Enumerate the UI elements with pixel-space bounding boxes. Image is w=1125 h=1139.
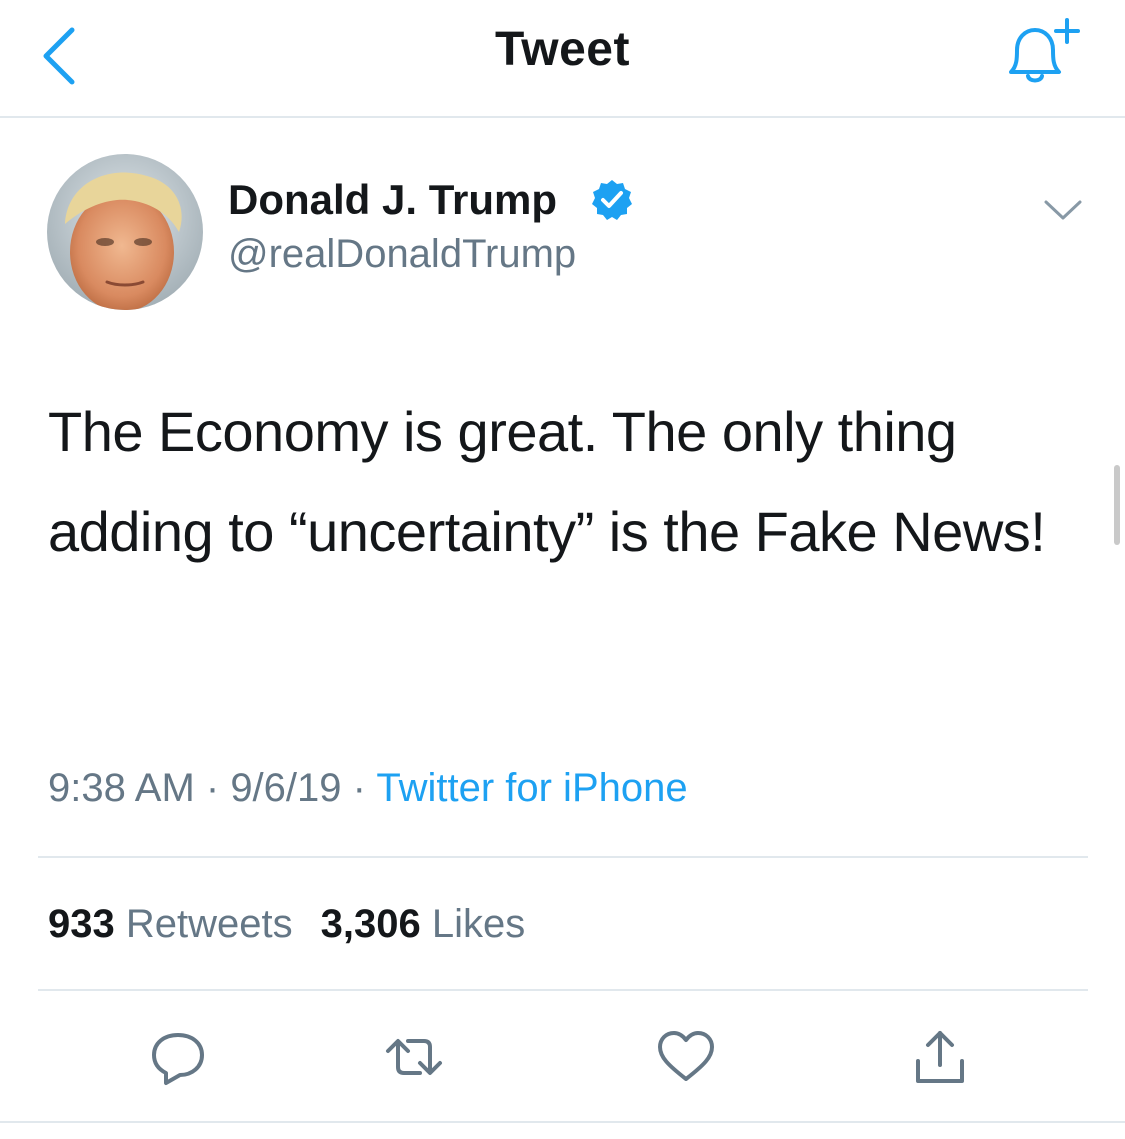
tweet-text: The Economy is great. The only thing add… [48, 400, 1046, 563]
tweet-stats: 933 Retweets 3,306 Likes [48, 902, 525, 947]
likes-count: 3,306 [320, 902, 421, 946]
author-handle[interactable]: @realDonaldTrump [228, 232, 576, 277]
navigation-header: Tweet [0, 0, 1125, 118]
author-name[interactable]: Donald J. Trump [228, 176, 557, 224]
likes-stat[interactable]: 3,306 Likes [321, 902, 526, 946]
notification-bell-button[interactable] [995, 12, 1085, 92]
verified-badge-icon [590, 178, 634, 222]
divider [38, 989, 1088, 991]
bell-plus-icon [1009, 18, 1080, 83]
tweet-source-link[interactable]: Twitter for iPhone [376, 766, 687, 810]
like-button[interactable] [654, 1025, 718, 1089]
share-button[interactable] [908, 1025, 972, 1089]
heart-icon [658, 1031, 714, 1081]
avatar[interactable] [47, 154, 203, 310]
likes-label: Likes [431, 902, 526, 946]
tweet-detail-screen: Tweet Donald J. Trump @realDonaldTrump T… [0, 0, 1125, 1139]
tweet-options-button[interactable] [1040, 190, 1086, 230]
retweet-icon [386, 1039, 442, 1075]
retweet-button[interactable] [382, 1025, 446, 1089]
retweets-stat[interactable]: 933 Retweets [48, 902, 293, 946]
scrollbar[interactable] [1114, 465, 1120, 545]
divider [38, 856, 1088, 858]
page-title: Tweet [495, 23, 630, 76]
reply-icon [152, 1033, 204, 1085]
retweets-count: 933 [48, 902, 115, 946]
tweet-date: 9/6/19 [230, 766, 342, 810]
meta-separator: · [341, 766, 377, 810]
divider [0, 1121, 1125, 1123]
share-icon [916, 1031, 964, 1083]
tweet-time: 9:38 AM [48, 766, 195, 810]
retweets-label: Retweets [125, 902, 293, 946]
profile-photo [47, 154, 203, 310]
reply-button[interactable] [146, 1025, 210, 1089]
chevron-down-icon [1044, 200, 1082, 220]
tweet-meta: 9:38 AM · 9/6/19 · Twitter for iPhone [48, 766, 688, 811]
meta-separator: · [194, 766, 231, 810]
